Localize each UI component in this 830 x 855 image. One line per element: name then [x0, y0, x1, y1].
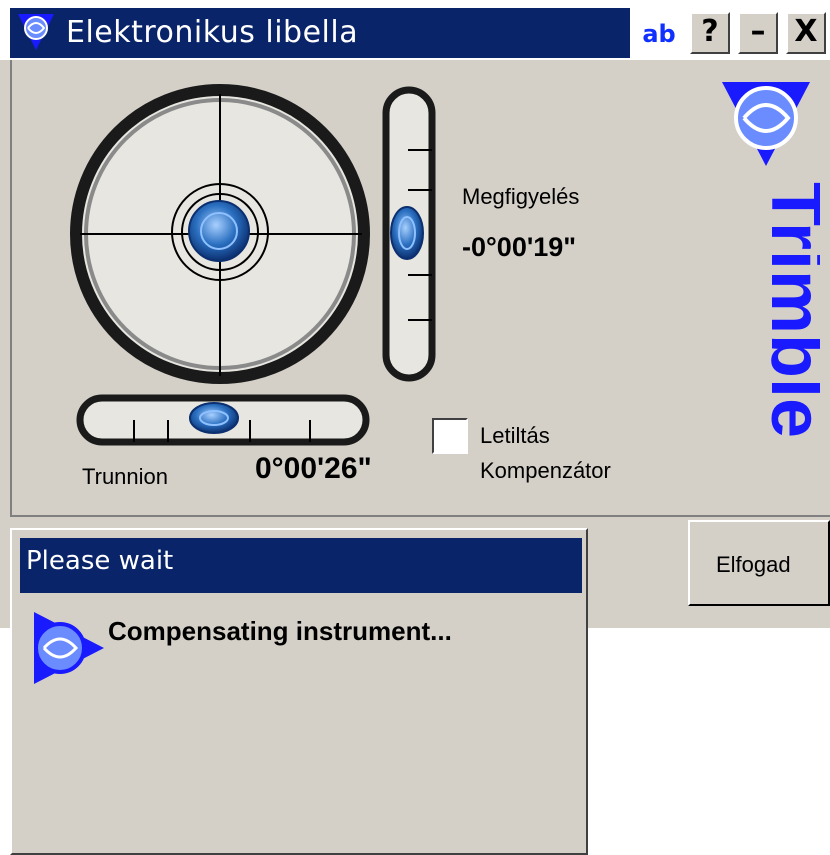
trimble-logo: Trimble [722, 82, 820, 438]
accept-button[interactable]: Elfogad [688, 520, 830, 606]
circular-bubble-level [70, 84, 370, 384]
vertical-bubble-level [382, 86, 436, 382]
trimble-busy-icon [34, 612, 104, 684]
please-wait-dialog: Please wait Compensating instrument... [10, 528, 588, 855]
vertical-bubble [390, 206, 424, 260]
wait-dialog-title-bar: Please wait [20, 538, 582, 593]
trunnion-bubble-level [76, 394, 370, 446]
compensator-label: Kompenzátor [480, 458, 611, 483]
disable-compensator-label: Letiltás [480, 423, 550, 448]
disable-compensator-checkbox[interactable] [432, 418, 468, 454]
accept-button-label: Elfogad [716, 552, 791, 577]
trimble-wordmark: Trimble [756, 182, 820, 438]
trunnion-bubble [189, 402, 239, 434]
wait-dialog-message: Compensating instrument... [108, 616, 452, 646]
trunnion-value: 0°00'26" [255, 452, 372, 485]
circular-bubble [188, 200, 250, 262]
observation-label: Megfigyelés [462, 184, 580, 209]
wait-dialog-title: Please wait [26, 546, 174, 576]
observation-value: -0°00'19" [462, 232, 577, 262]
level-graphics [70, 84, 436, 446]
trunnion-label: Trunnion [82, 464, 169, 489]
